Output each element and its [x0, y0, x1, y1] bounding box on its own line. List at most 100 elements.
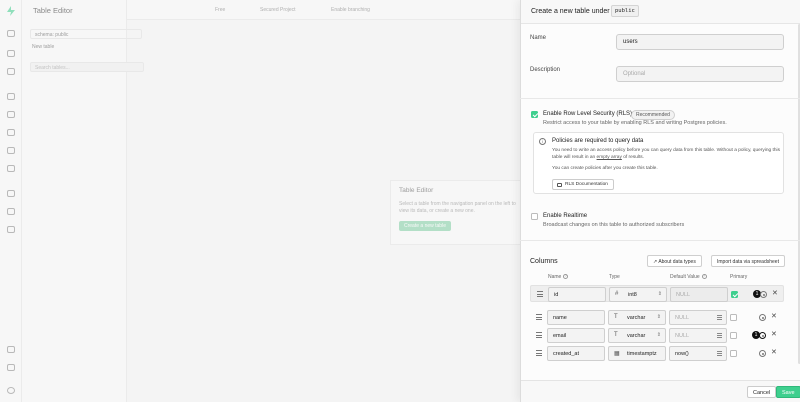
schema-selector[interactable]: schema: public [30, 29, 142, 39]
primary-checkbox[interactable] [730, 314, 737, 321]
column-type-select[interactable]: # int8 ⇕ [609, 287, 667, 302]
empty-state: Table Editor Select a table from the nav… [390, 180, 525, 245]
auth-icon[interactable] [7, 111, 15, 118]
chevron-updown-icon: ⇕ [656, 332, 661, 338]
column-name-input[interactable]: created_at [547, 346, 605, 361]
empty-array-link[interactable]: empty array [597, 155, 622, 160]
remove-column-icon[interactable]: ✕ [771, 348, 777, 356]
description-label: Description [530, 67, 561, 73]
primary-checkbox[interactable] [730, 332, 737, 339]
text-type-icon: T [614, 332, 618, 338]
info-icon: i [539, 138, 546, 145]
settings-icon[interactable] [7, 346, 15, 353]
column-row: id # int8 ⇕ NULL 1 ✕ [530, 285, 784, 302]
col-type-header: Type [609, 274, 620, 280]
chevron-updown-icon: ⇕ [656, 314, 661, 320]
column-row: created_at ▦ timestamptz now() ✕ [530, 345, 784, 362]
panel-title: Create a new table under [531, 8, 610, 15]
app-title: Table Editor [33, 6, 73, 15]
realtime-description: Broadcast changes on this table to autho… [543, 222, 685, 228]
drag-handle-icon[interactable] [536, 332, 542, 338]
list-icon[interactable] [717, 351, 722, 356]
branching-button[interactable]: Enable branching [331, 7, 370, 13]
help-icon[interactable]: ? [701, 274, 707, 280]
name-label: Name [530, 35, 547, 41]
database-icon[interactable] [7, 93, 15, 100]
column-type-select[interactable]: Tvarchar ⇕ [608, 310, 666, 325]
drag-handle-icon[interactable] [536, 350, 542, 356]
reports-icon[interactable] [7, 190, 15, 197]
table-editor-icon[interactable] [7, 50, 15, 57]
home-icon[interactable] [7, 30, 15, 37]
realtime-icon[interactable] [7, 165, 15, 172]
chevron-updown-icon: ⇕ [657, 291, 662, 297]
rls-description: Restrict access to your table by enablin… [543, 120, 727, 126]
rls-docs-button[interactable]: RLS Documentation [552, 179, 614, 190]
remove-column-icon[interactable]: ✕ [771, 330, 777, 338]
user-avatar-icon[interactable] [7, 387, 15, 394]
drag-handle-icon[interactable] [536, 314, 542, 320]
name-input[interactable]: users [616, 34, 784, 50]
api-docs-icon[interactable] [7, 226, 15, 233]
supabase-logo-icon[interactable] [6, 6, 16, 16]
help-icon[interactable]: ? [563, 274, 569, 280]
column-type-select[interactable]: Tvarchar ⇕ [608, 328, 666, 343]
recommended-badge: Recommended [631, 110, 675, 120]
column-default-input[interactable]: NULL [670, 287, 728, 302]
rls-label: Enable Row Level Security (RLS) [543, 111, 633, 117]
col-default-header: Default Value? [670, 274, 707, 280]
divider [520, 240, 800, 241]
column-name-input[interactable]: email [547, 328, 605, 343]
column-default-input[interactable]: NULL [669, 310, 727, 325]
description-input[interactable]: Optional [616, 66, 784, 82]
storage-icon[interactable] [7, 129, 15, 136]
sql-editor-icon[interactable] [7, 68, 15, 75]
table-sidebar: Table Editor schema: public New table Se… [22, 0, 144, 402]
settings-icon[interactable] [759, 350, 766, 357]
search-tables-input[interactable]: Search tables... [30, 62, 144, 72]
org-plan-label[interactable]: Free [215, 7, 225, 13]
help-icon[interactable] [7, 364, 15, 371]
primary-checkbox[interactable] [731, 291, 738, 298]
settings-icon[interactable] [760, 291, 767, 298]
new-table-button[interactable]: New table [32, 44, 54, 50]
save-button[interactable]: Save [776, 386, 800, 398]
settings-icon[interactable] [759, 332, 766, 339]
list-icon[interactable] [717, 315, 722, 320]
text-type-icon: T [614, 314, 618, 320]
rls-checkbox[interactable] [531, 111, 538, 118]
column-type-select[interactable]: ▦ timestamptz [608, 346, 666, 361]
info-text-2: You can create policies after you create… [552, 166, 658, 171]
column-default-input[interactable]: NULL [669, 328, 727, 343]
divider [520, 98, 800, 99]
column-name-input[interactable]: id [548, 287, 606, 302]
nav-rail [0, 0, 22, 402]
primary-checkbox[interactable] [730, 350, 737, 357]
column-default-input[interactable]: now() [669, 346, 727, 361]
hash-icon: # [615, 291, 619, 297]
functions-icon[interactable] [7, 147, 15, 154]
realtime-label: Enable Realtime [543, 213, 588, 219]
column-row: email Tvarchar ⇕ NULL 1 ✕ [530, 327, 784, 344]
about-data-types-button[interactable]: ↗ About data types [647, 255, 702, 267]
project-selector[interactable]: Secured Project [260, 7, 296, 13]
settings-icon[interactable] [759, 314, 766, 321]
cancel-button[interactable]: Cancel [747, 386, 777, 398]
book-icon [557, 183, 562, 187]
info-title: Policies are required to query data [552, 138, 644, 144]
drag-handle-icon[interactable] [537, 291, 543, 297]
create-table-button[interactable]: Create a new table [399, 221, 451, 231]
col-name-header: Name? [548, 274, 569, 280]
realtime-checkbox[interactable] [531, 213, 538, 220]
panel-footer: Cancel Save [521, 380, 800, 402]
col-primary-header: Primary [730, 274, 748, 280]
column-name-input[interactable]: name [547, 310, 605, 325]
info-text: You need to write an access policy befor… [552, 148, 780, 160]
list-icon[interactable] [717, 333, 722, 338]
logs-icon[interactable] [7, 208, 15, 215]
import-spreadsheet-button[interactable]: Import data via spreadsheet [711, 255, 785, 267]
remove-column-icon[interactable]: ✕ [772, 289, 778, 297]
calendar-icon: ▦ [614, 351, 620, 357]
columns-title: Columns [530, 258, 558, 265]
remove-column-icon[interactable]: ✕ [771, 312, 777, 320]
